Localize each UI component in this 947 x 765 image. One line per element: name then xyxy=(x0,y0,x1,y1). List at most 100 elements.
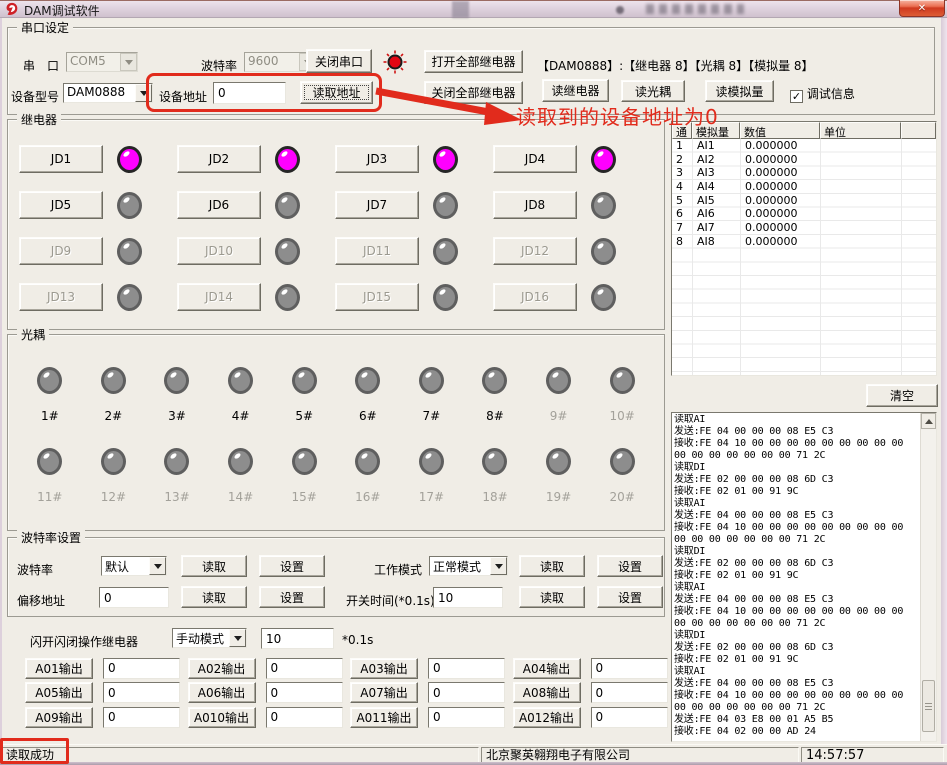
offset-address-input[interactable] xyxy=(99,587,169,608)
output-value-input[interactable] xyxy=(428,682,505,703)
relay-button[interactable]: JD10 xyxy=(177,237,261,265)
relay-button[interactable]: JD16 xyxy=(493,283,577,311)
close-button[interactable]: ✕ xyxy=(899,0,945,17)
output-value-input[interactable] xyxy=(591,658,668,679)
output-value-input[interactable] xyxy=(428,707,505,728)
output-button[interactable]: A010输出 xyxy=(188,707,256,728)
open-all-relays-button[interactable]: 打开全部继电器 xyxy=(424,50,523,73)
read-address-button[interactable]: 读取地址 xyxy=(300,81,373,104)
read-offset-button[interactable]: 读取 xyxy=(181,586,247,608)
table-row[interactable]: 3 AI3 0.000000 xyxy=(672,166,936,180)
checkbox-check-icon[interactable]: ✓ xyxy=(790,90,803,103)
output-value-input[interactable] xyxy=(428,658,505,679)
set-switch-time-button[interactable]: 设置 xyxy=(597,586,663,608)
table-row[interactable]: 8 AI8 0.000000 xyxy=(672,235,936,249)
output-value-input[interactable] xyxy=(103,707,180,728)
switch-time-input[interactable] xyxy=(433,587,503,608)
chevron-down-icon[interactable] xyxy=(120,53,137,71)
output-button[interactable]: A01输出 xyxy=(25,658,93,679)
output-button[interactable]: A06输出 xyxy=(188,682,256,703)
relay-cell: JD15 xyxy=(335,274,493,320)
output-button[interactable]: A012输出 xyxy=(513,707,581,728)
relay-button[interactable]: JD2 xyxy=(177,145,261,173)
output-button[interactable]: A02输出 xyxy=(188,658,256,679)
log-line: 接收:FE 04 02 00 00 AD 24 xyxy=(674,726,919,738)
opto-label: 7# xyxy=(423,409,441,423)
opto-led xyxy=(610,367,635,394)
table-row[interactable]: 5 AI5 0.000000 xyxy=(672,194,936,208)
serial-settings-group: 串口设定 串 口 COM5 波特率 9600 关闭串口 打开全部继电器 【DAM… xyxy=(7,27,935,115)
read-switch-time-button[interactable]: 读取 xyxy=(519,586,585,608)
baud-default-combo[interactable]: 默认 xyxy=(101,556,167,576)
output-button[interactable]: A09输出 xyxy=(25,707,93,728)
device-address-input[interactable] xyxy=(213,82,286,104)
chevron-down-icon[interactable] xyxy=(229,629,246,647)
output-button[interactable]: A07输出 xyxy=(350,682,418,703)
cell-value: 0.000000 xyxy=(740,207,820,221)
set-offset-button[interactable]: 设置 xyxy=(259,586,325,608)
port-label: 串 口 xyxy=(23,57,59,74)
output-value-input[interactable] xyxy=(103,658,180,679)
chevron-down-icon[interactable] xyxy=(135,84,152,102)
chevron-down-icon[interactable] xyxy=(149,557,166,575)
relay-led xyxy=(591,284,616,311)
set-work-mode-button[interactable]: 设置 xyxy=(597,555,663,577)
read-analog-button[interactable]: 读模拟量 xyxy=(705,80,774,102)
work-mode-combo[interactable]: 正常模式 xyxy=(429,556,508,576)
output-value-input[interactable] xyxy=(266,658,343,679)
scrollbar-thumb[interactable] xyxy=(922,680,935,732)
output-value-input[interactable] xyxy=(266,707,343,728)
chevron-down-icon[interactable] xyxy=(490,557,507,575)
col-header-value[interactable]: 数值 xyxy=(740,122,820,139)
relay-group-title: 继电器 xyxy=(17,111,61,128)
output-value-input[interactable] xyxy=(103,682,180,703)
close-serial-button[interactable]: 关闭串口 xyxy=(306,49,372,73)
close-all-relays-button[interactable]: 关闭全部继电器 xyxy=(424,81,523,104)
relay-button[interactable]: JD6 xyxy=(177,191,261,219)
output-button[interactable]: A05输出 xyxy=(25,682,93,703)
relay-button[interactable]: JD7 xyxy=(335,191,419,219)
cell-unit xyxy=(820,153,901,167)
relay-button[interactable]: JD13 xyxy=(19,283,103,311)
read-relay-button[interactable]: 读继电器 xyxy=(542,79,609,102)
set-baud-button[interactable]: 设置 xyxy=(259,555,325,577)
output-value-input[interactable] xyxy=(266,682,343,703)
relay-button[interactable]: JD8 xyxy=(493,191,577,219)
relay-led xyxy=(117,146,142,173)
log-output[interactable]: 读取AI发送:FE 04 00 00 00 08 E5 C3接收:FE 04 1… xyxy=(671,412,937,742)
relay-button[interactable]: JD9 xyxy=(19,237,103,265)
relay-button[interactable]: JD12 xyxy=(493,237,577,265)
flash-mode-combo[interactable]: 手动模式 xyxy=(172,628,247,648)
relay-button[interactable]: JD5 xyxy=(19,191,103,219)
read-opto-button[interactable]: 读光耦 xyxy=(621,80,685,102)
flash-time-input[interactable] xyxy=(261,628,334,649)
output-value-input[interactable] xyxy=(591,707,668,728)
table-row[interactable]: 1 AI1 0.000000 xyxy=(672,139,936,153)
scrollbar-up-button[interactable] xyxy=(921,413,936,429)
relay-button[interactable]: JD11 xyxy=(335,237,419,265)
device-model-combo[interactable]: DAM0888 xyxy=(63,83,153,103)
output-value-input[interactable] xyxy=(591,682,668,703)
debug-info-checkbox[interactable]: ✓ 调试信息 xyxy=(790,85,855,103)
table-row[interactable]: 2 AI2 0.000000 xyxy=(672,153,936,167)
relay-button[interactable]: JD14 xyxy=(177,283,261,311)
table-row[interactable]: 7 AI7 0.000000 xyxy=(672,221,936,235)
output-button[interactable]: A011输出 xyxy=(350,707,418,728)
output-button[interactable]: A03输出 xyxy=(350,658,418,679)
output-button[interactable]: A08输出 xyxy=(513,682,581,703)
output-button[interactable]: A04输出 xyxy=(513,658,581,679)
titlebar[interactable]: DAM调试软件 ✕ xyxy=(0,0,947,18)
relay-button[interactable]: JD15 xyxy=(335,283,419,311)
table-row[interactable]: 4 AI4 0.000000 xyxy=(672,180,936,194)
relay-button[interactable]: JD4 xyxy=(493,145,577,173)
relay-button[interactable]: JD1 xyxy=(19,145,103,173)
com-port-combo[interactable]: COM5 xyxy=(66,52,138,72)
table-row[interactable]: 6 AI6 0.000000 xyxy=(672,207,936,221)
clear-log-button[interactable]: 清空 xyxy=(866,384,938,407)
log-scrollbar[interactable] xyxy=(920,413,936,741)
read-work-mode-button[interactable]: 读取 xyxy=(519,555,585,577)
col-header-extra[interactable] xyxy=(901,122,936,139)
col-header-unit[interactable]: 单位 xyxy=(820,122,901,139)
read-baud-button[interactable]: 读取 xyxy=(181,555,247,577)
relay-button[interactable]: JD3 xyxy=(335,145,419,173)
